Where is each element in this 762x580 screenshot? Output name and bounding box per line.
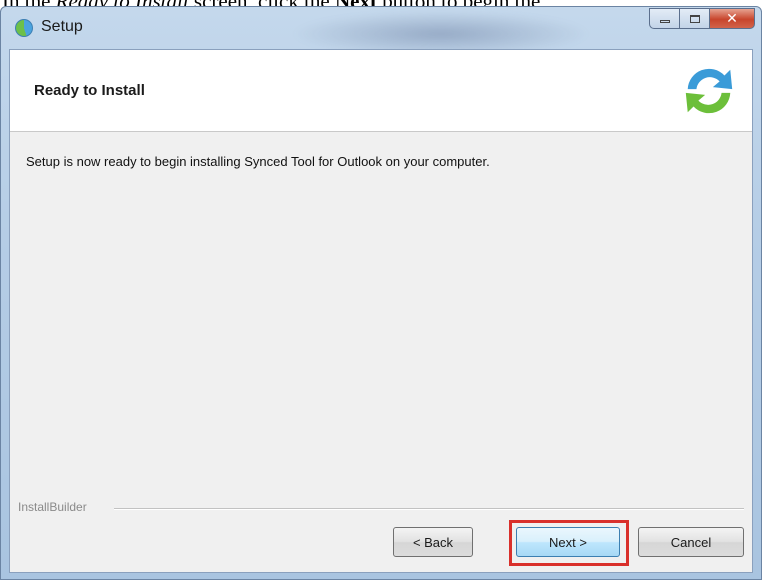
caption-buttons: ✕ [649, 8, 755, 30]
minimize-icon [659, 20, 670, 23]
wizard-header: Ready to Install [10, 50, 752, 132]
setup-window: Setup ✕ Ready to Install Setup is now re… [0, 6, 762, 580]
title-bar[interactable]: Setup ✕ [1, 7, 761, 49]
window-title: Setup [41, 18, 83, 35]
next-button-highlight [509, 520, 629, 566]
cancel-button[interactable]: Cancel [638, 527, 744, 557]
close-icon: ✕ [726, 10, 738, 27]
ready-message: Setup is now ready to begin installing S… [26, 154, 490, 169]
close-button[interactable]: ✕ [709, 8, 755, 29]
maximize-button[interactable] [679, 8, 709, 29]
sync-arrows-icon [685, 68, 733, 114]
page-title: Ready to Install [34, 82, 145, 99]
minimize-button[interactable] [649, 8, 679, 29]
back-button[interactable]: < Back [393, 527, 473, 557]
wizard-client-area: Ready to Install Setup is now ready to b… [9, 49, 753, 573]
maximize-icon [689, 14, 700, 23]
setup-app-icon [15, 19, 33, 37]
installbuilder-label: InstallBuilder [18, 500, 91, 514]
footer-divider [114, 508, 744, 510]
